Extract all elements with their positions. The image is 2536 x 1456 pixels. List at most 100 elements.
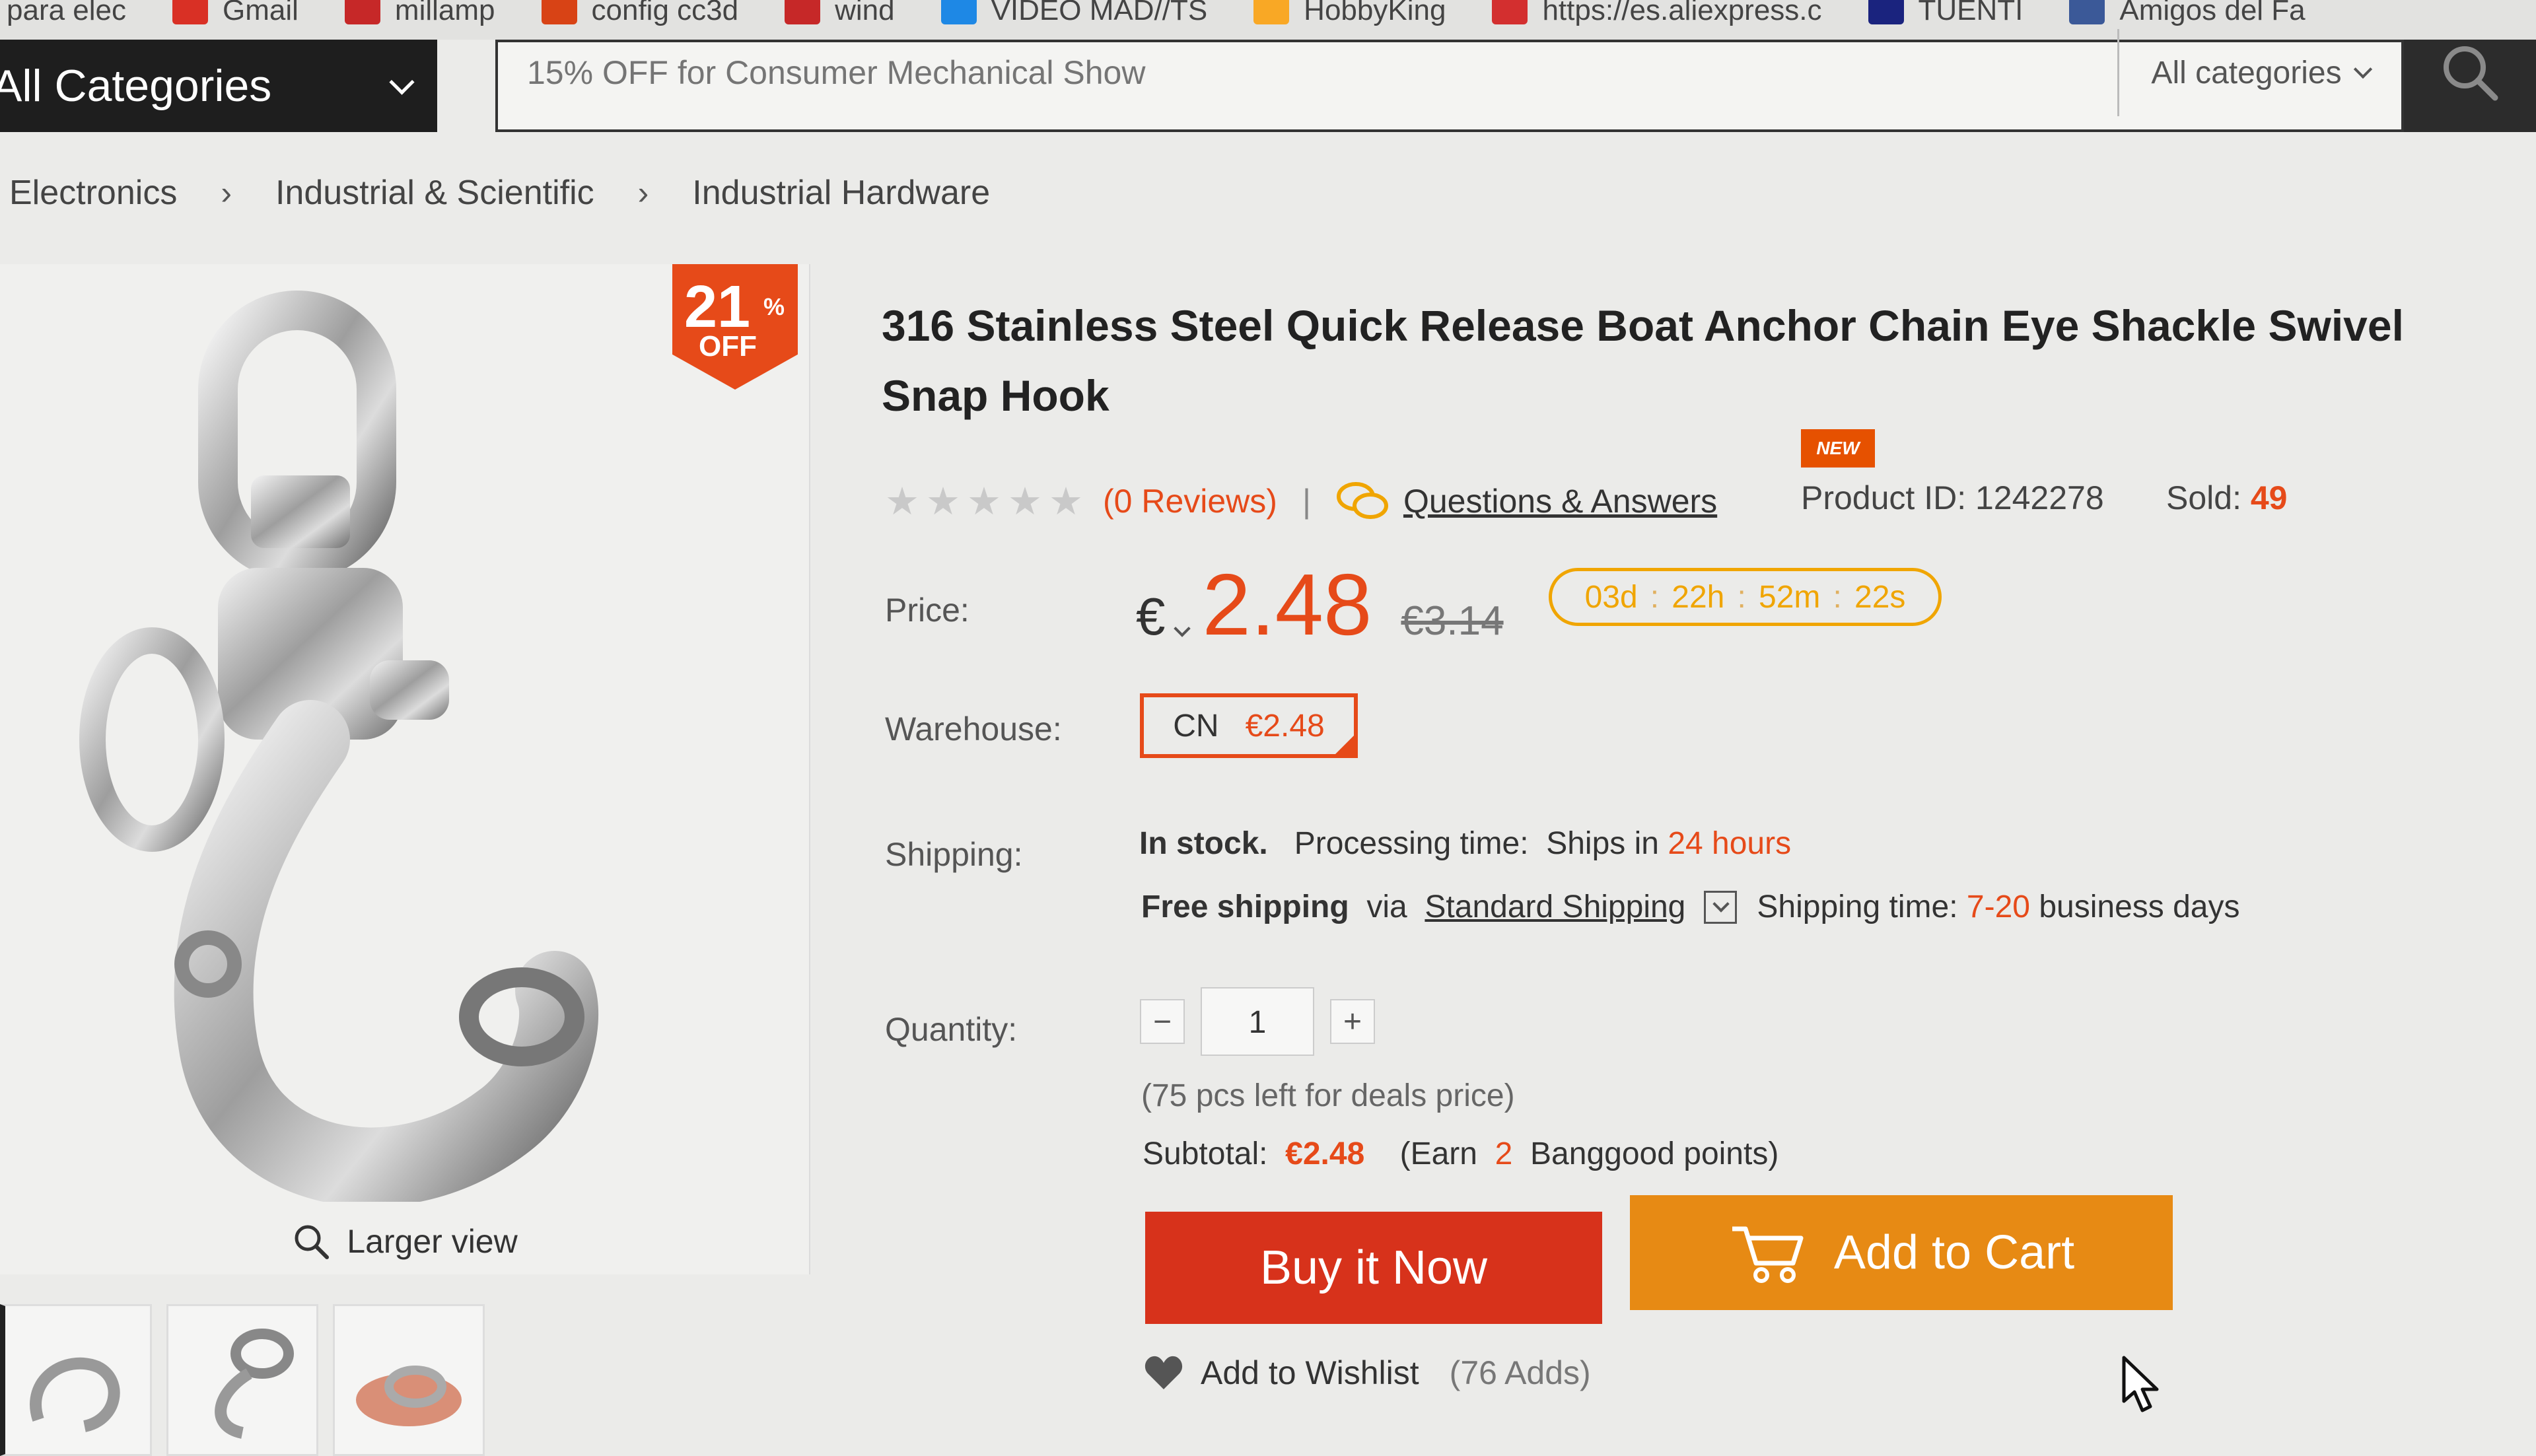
stock-status: In stock. Processing time: Ships in 24 h… bbox=[1139, 825, 1791, 862]
subtotal-label: Subtotal: bbox=[1143, 1136, 1268, 1171]
larger-view-button[interactable]: Larger view bbox=[0, 1208, 809, 1274]
bookmark-label: TUENTI bbox=[1918, 0, 2024, 26]
bookmark-favicon-icon bbox=[1253, 0, 1290, 24]
countdown-minutes: 52m bbox=[1759, 579, 1821, 615]
add-to-wishlist-button[interactable]: Add to Wishlist (76 Adds) bbox=[1144, 1354, 1591, 1392]
search-button[interactable] bbox=[2404, 40, 2536, 132]
search-icon bbox=[2444, 46, 2498, 101]
bookmark-label: https://es.aliexpress.c bbox=[1542, 0, 1822, 26]
cart-icon bbox=[1732, 1226, 1804, 1283]
product-title: 316 Stainless Steel Quick Release Boat A… bbox=[882, 301, 2404, 420]
bookmark-favicon-icon bbox=[940, 0, 977, 24]
bookmark-item[interactable]: Amigos del Fa bbox=[2069, 0, 2306, 27]
quantity-input[interactable]: 1 bbox=[1201, 987, 1314, 1056]
bookmark-item[interactable]: para elec bbox=[7, 0, 126, 27]
search-category-label: All categories bbox=[2151, 55, 2342, 90]
bookmark-item[interactable]: TUENTI bbox=[1868, 0, 2024, 27]
shipping-method-link[interactable]: Standard Shipping bbox=[1425, 889, 1685, 925]
questions-answers-link[interactable]: Questions & Answers bbox=[1403, 482, 1717, 520]
buy-now-button[interactable]: Buy it Now bbox=[1145, 1212, 1602, 1324]
breadcrumb-electronics[interactable]: Electronics bbox=[9, 173, 177, 213]
countdown-hours: 22h bbox=[1672, 579, 1725, 615]
divider: | bbox=[1302, 483, 1311, 520]
countdown-separator: : bbox=[1833, 579, 1842, 615]
subtotal-value: €2.48 bbox=[1285, 1136, 1365, 1171]
larger-view-label: Larger view bbox=[347, 1223, 518, 1260]
bookmark-favicon-icon bbox=[344, 0, 380, 24]
thumbnail-3[interactable] bbox=[333, 1304, 485, 1456]
countdown-seconds: 22s bbox=[1854, 579, 1906, 615]
quantity-decrease-button[interactable]: − bbox=[1140, 999, 1185, 1044]
add-to-cart-button[interactable]: Add to Cart bbox=[1630, 1195, 2173, 1310]
bookmark-item[interactable]: config cc3d bbox=[541, 0, 739, 27]
ships-hours: 24 hours bbox=[1668, 826, 1792, 861]
bookmark-label: config cc3d bbox=[591, 0, 739, 26]
bookmark-favicon-icon bbox=[541, 0, 577, 24]
processing-label: Processing time: bbox=[1294, 826, 1529, 861]
search-category-select[interactable]: All categories bbox=[2117, 29, 2401, 116]
breadcrumb-industrial-hardware[interactable]: Industrial Hardware bbox=[692, 173, 990, 213]
quantity-label: Quantity: bbox=[885, 1011, 1018, 1048]
all-categories-dropdown[interactable]: All Categories bbox=[0, 40, 437, 132]
search-input[interactable] bbox=[526, 53, 2117, 92]
in-stock: In stock. bbox=[1139, 826, 1268, 861]
warehouse-price: €2.48 bbox=[1245, 708, 1325, 744]
heart-icon bbox=[1145, 1356, 1183, 1389]
warehouse-label: Warehouse: bbox=[885, 711, 1062, 747]
price-label: Price: bbox=[885, 592, 969, 629]
via-text: via bbox=[1366, 889, 1407, 924]
shipping-method-dropdown[interactable] bbox=[1704, 890, 1738, 924]
quantity-stepper: − 1 + bbox=[1140, 987, 1375, 1056]
countdown-separator: : bbox=[1737, 579, 1746, 615]
shipping-time-unit: business days bbox=[2039, 889, 2240, 924]
earn-prefix: (Earn bbox=[1399, 1136, 1477, 1171]
product-id: Product ID: 1242278 bbox=[1801, 479, 2104, 516]
chevron-right-icon: › bbox=[637, 174, 649, 211]
ships-in: Ships in bbox=[1546, 826, 1659, 861]
bookmark-item[interactable]: VIDEO MAD//TS bbox=[940, 0, 1207, 27]
bookmark-item[interactable]: millamp bbox=[344, 0, 495, 27]
shipping-time-range: 7-20 bbox=[1966, 889, 2030, 924]
star-icon: ★ bbox=[926, 480, 960, 523]
warehouse-option-cn[interactable]: CN €2.48 bbox=[1140, 693, 1358, 758]
thumbnail-strip bbox=[0, 1304, 485, 1456]
breadcrumb-industrial-scientific[interactable]: Industrial & Scientific bbox=[275, 173, 594, 213]
product-image bbox=[79, 291, 599, 1207]
bookmark-item[interactable]: wind bbox=[785, 0, 895, 27]
new-tag: NEW bbox=[1801, 429, 1875, 468]
earn-points: 2 bbox=[1495, 1136, 1513, 1171]
discount-off: OFF bbox=[699, 330, 757, 363]
chevron-down-icon bbox=[389, 69, 415, 95]
shipping-time-label: Shipping time: bbox=[1757, 889, 1958, 924]
chevron-down-icon[interactable] bbox=[1173, 620, 1191, 637]
subtotal-row: Subtotal: €2.48 (Earn 2 Banggood points) bbox=[1143, 1136, 1779, 1172]
product-image-panel[interactable] bbox=[0, 264, 810, 1274]
bookmark-item[interactable]: Gmail bbox=[172, 0, 299, 27]
quantity-increase-button[interactable]: + bbox=[1330, 999, 1375, 1044]
bookmark-label: Amigos del Fa bbox=[2119, 0, 2306, 26]
currency-selector[interactable]: € bbox=[1136, 586, 1166, 647]
sold-value: 49 bbox=[2250, 479, 2288, 516]
bookmark-favicon-icon bbox=[172, 0, 209, 24]
reviews-link[interactable]: (0 Reviews) bbox=[1103, 482, 1277, 520]
bookmark-favicon-icon bbox=[2069, 0, 2105, 24]
thumbnail-image bbox=[215, 1329, 294, 1439]
all-categories-label: All Categories bbox=[0, 61, 272, 111]
mouse-cursor-icon bbox=[2122, 1356, 2159, 1412]
thumbnail-1[interactable] bbox=[0, 1304, 152, 1456]
bookmark-label: wind bbox=[835, 0, 895, 26]
deals-left: (75 pcs left for deals price) bbox=[1141, 1078, 1515, 1113]
star-icon: ★ bbox=[967, 480, 1001, 523]
sold-label: Sold: bbox=[2166, 479, 2241, 516]
deal-countdown: 03d : 22h : 52m : 22s bbox=[1549, 568, 1942, 626]
bookmark-item[interactable]: https://es.aliexpress.c bbox=[1492, 0, 1822, 27]
shipping-label: Shipping: bbox=[885, 836, 1023, 873]
bookmark-label: para elec bbox=[7, 0, 127, 26]
current-price: 2.48 bbox=[1202, 556, 1372, 653]
star-icon: ★ bbox=[1008, 480, 1042, 523]
bookmark-item[interactable]: HobbyKing bbox=[1253, 0, 1446, 27]
countdown-separator: : bbox=[1650, 579, 1660, 615]
thumbnail-2[interactable] bbox=[166, 1304, 318, 1456]
add-to-cart-label: Add to Cart bbox=[1833, 1226, 2075, 1279]
rating-row: ★ ★ ★ ★ ★ (0 Reviews) | Questions & Answ… bbox=[885, 479, 1717, 524]
